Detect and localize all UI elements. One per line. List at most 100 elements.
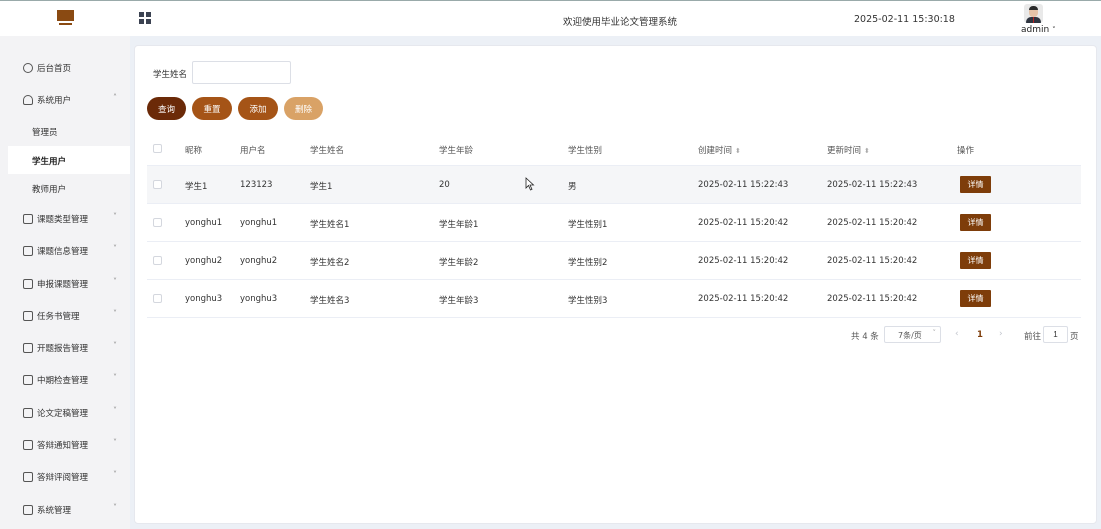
page-number-current[interactable]: 1 bbox=[977, 330, 983, 340]
cell-gender: 学生性别1 bbox=[568, 220, 608, 230]
chevron-down-icon: ˅ bbox=[113, 503, 117, 512]
sort-icon[interactable]: ⬍ bbox=[735, 147, 741, 155]
top-header: 欢迎使用毕业论文管理系统 2025-02-11 15:30:18 admin ˅ bbox=[0, 0, 1101, 36]
list-icon bbox=[23, 440, 33, 450]
sidebar-subitem-label: 管理员 bbox=[32, 128, 58, 138]
detail-button[interactable]: 详情 bbox=[960, 252, 991, 269]
list-icon bbox=[23, 472, 33, 482]
cell-updated: 2025-02-11 15:20:42 bbox=[827, 218, 918, 228]
cell-created: 2025-02-11 15:20:42 bbox=[698, 218, 789, 228]
sidebar-subitem-admins[interactable]: 管理员 bbox=[0, 117, 130, 145]
sidebar-item-defense-notice[interactable]: 答辩通知管理 ˅ bbox=[0, 431, 130, 459]
chevron-down-icon: ˅ bbox=[932, 329, 937, 337]
sidebar-item-label: 开题报告管理 bbox=[37, 344, 89, 354]
cell-age: 学生年龄1 bbox=[439, 220, 479, 230]
chevron-down-icon: ˅ bbox=[113, 277, 117, 286]
sidebar-item-topic-info[interactable]: 课题信息管理 ˅ bbox=[0, 237, 130, 265]
sidebar-item-midterm-check[interactable]: 中期检查管理 ˅ bbox=[0, 366, 130, 394]
user-avatar[interactable] bbox=[1024, 4, 1043, 23]
goto-page-input[interactable] bbox=[1043, 326, 1068, 343]
cell-name: 学生1 bbox=[310, 182, 333, 192]
goto-unit-label: 页 bbox=[1070, 332, 1079, 342]
monitor-logo-icon bbox=[57, 10, 74, 27]
sidebar-item-topic-application[interactable]: 申报课题管理 ˅ bbox=[0, 270, 130, 298]
cell-nickname: yonghu2 bbox=[185, 256, 223, 266]
table-row[interactable]: 学生1 123123 学生1 20 男 2025-02-11 15:22:43 … bbox=[147, 166, 1081, 204]
row-checkbox[interactable] bbox=[153, 218, 162, 227]
detail-button[interactable]: 详情 bbox=[960, 214, 991, 231]
detail-button[interactable]: 详情 bbox=[960, 176, 991, 193]
sidebar-item-label: 申报课题管理 bbox=[37, 280, 89, 290]
list-icon bbox=[23, 343, 33, 353]
sidebar-item-task-book[interactable]: 任务书管理 ˅ bbox=[0, 302, 130, 330]
cell-created: 2025-02-11 15:22:43 bbox=[698, 180, 789, 190]
column-header: 操作 bbox=[957, 146, 975, 156]
row-checkbox[interactable] bbox=[153, 180, 162, 189]
cell-nickname: yonghu3 bbox=[185, 294, 223, 304]
chevron-down-icon: ˅ bbox=[113, 438, 117, 447]
row-checkbox[interactable] bbox=[153, 294, 162, 303]
student-name-search-input[interactable] bbox=[192, 61, 291, 84]
chevron-down-icon: ˅ bbox=[113, 406, 117, 415]
chevron-down-icon: ˅ bbox=[1052, 26, 1056, 34]
select-all-checkbox[interactable] bbox=[153, 144, 162, 153]
sort-icon[interactable]: ⬍ bbox=[864, 147, 870, 155]
sidebar-item-home[interactable]: 后台首页 bbox=[0, 54, 130, 82]
sidebar-subitem-teacher-users[interactable]: 教师用户 bbox=[0, 174, 130, 202]
chevron-down-icon: ˅ bbox=[113, 373, 117, 382]
cell-name: 学生姓名1 bbox=[310, 220, 350, 230]
cell-username: 123123 bbox=[240, 180, 273, 190]
reset-button[interactable]: 重置 bbox=[192, 97, 232, 120]
table-header: 昵称 用户名 学生姓名 学生年龄 学生性别 创建时间 ⬍ 更新时间 ⬍ 操作 bbox=[147, 132, 1081, 166]
add-button[interactable]: 添加 bbox=[238, 97, 278, 120]
column-header-created-sortable[interactable]: 创建时间 ⬍ bbox=[698, 144, 741, 156]
chevron-down-icon: ˅ bbox=[113, 341, 117, 350]
sidebar-item-system-management[interactable]: 系统管理 ˅ bbox=[0, 496, 130, 524]
table-row[interactable]: yonghu2 yonghu2 学生姓名2 学生年龄2 学生性别2 2025-0… bbox=[147, 242, 1081, 280]
cell-username: yonghu1 bbox=[240, 218, 278, 228]
table-row[interactable]: yonghu1 yonghu1 学生姓名1 学生年龄1 学生性别1 2025-0… bbox=[147, 204, 1081, 242]
sidebar-item-label: 后台首页 bbox=[37, 64, 72, 74]
cell-username: yonghu2 bbox=[240, 256, 278, 266]
cell-gender: 学生性别2 bbox=[568, 258, 608, 268]
chevron-up-icon: ˄ bbox=[113, 93, 117, 102]
clock-icon bbox=[23, 63, 33, 73]
list-icon bbox=[23, 214, 33, 224]
sidebar-subitem-student-users[interactable]: 学生用户 bbox=[8, 146, 130, 174]
cell-age: 学生年龄2 bbox=[439, 258, 479, 268]
row-checkbox[interactable] bbox=[153, 256, 162, 265]
cell-gender: 学生性别3 bbox=[568, 296, 608, 306]
list-icon bbox=[23, 246, 33, 256]
column-header-updated-sortable[interactable]: 更新时间 ⬍ bbox=[827, 144, 870, 156]
sidebar-item-system-users[interactable]: 系统用户 ˄ bbox=[0, 86, 130, 114]
sidebar-item-opening-report[interactable]: 开题报告管理 ˅ bbox=[0, 334, 130, 362]
page-size-select[interactable]: 7条/页 ˅ bbox=[884, 326, 941, 343]
cell-updated: 2025-02-11 15:22:43 bbox=[827, 180, 918, 190]
prev-page-icon[interactable]: ‹ bbox=[955, 329, 959, 339]
sidebar-item-final-thesis[interactable]: 论文定稿管理 ˅ bbox=[0, 399, 130, 427]
cell-created: 2025-02-11 15:20:42 bbox=[698, 256, 789, 266]
cell-updated: 2025-02-11 15:20:42 bbox=[827, 294, 918, 304]
sidebar-item-topic-types[interactable]: 课题类型管理 ˅ bbox=[0, 205, 130, 233]
cell-name: 学生姓名3 bbox=[310, 296, 350, 306]
next-page-icon[interactable]: › bbox=[999, 329, 1003, 339]
column-header-label: 创建时间 bbox=[698, 146, 733, 156]
delete-button[interactable]: 删除 bbox=[284, 97, 323, 120]
detail-button[interactable]: 详情 bbox=[960, 290, 991, 307]
cell-updated: 2025-02-11 15:20:42 bbox=[827, 256, 918, 266]
cell-nickname: yonghu1 bbox=[185, 218, 223, 228]
column-header: 学生性别 bbox=[568, 146, 603, 156]
sidebar-item-label: 系统用户 bbox=[37, 96, 72, 106]
menu-toggle-grid-icon[interactable] bbox=[139, 12, 151, 24]
column-header: 用户名 bbox=[240, 146, 266, 156]
user-menu[interactable]: admin ˅ bbox=[1021, 25, 1056, 35]
chevron-down-icon: ˅ bbox=[113, 212, 117, 221]
current-datetime: 2025-02-11 15:30:18 bbox=[854, 14, 955, 25]
cell-age: 学生年龄3 bbox=[439, 296, 479, 306]
table-row[interactable]: yonghu3 yonghu3 学生姓名3 学生年龄3 学生性别3 2025-0… bbox=[147, 280, 1081, 318]
query-button[interactable]: 查询 bbox=[147, 97, 186, 120]
sidebar-item-defense-review[interactable]: 答辩评阅管理 ˅ bbox=[0, 463, 130, 491]
sidebar-item-label: 系统管理 bbox=[37, 506, 72, 516]
chevron-down-icon: ˅ bbox=[113, 244, 117, 253]
list-icon bbox=[23, 311, 33, 321]
